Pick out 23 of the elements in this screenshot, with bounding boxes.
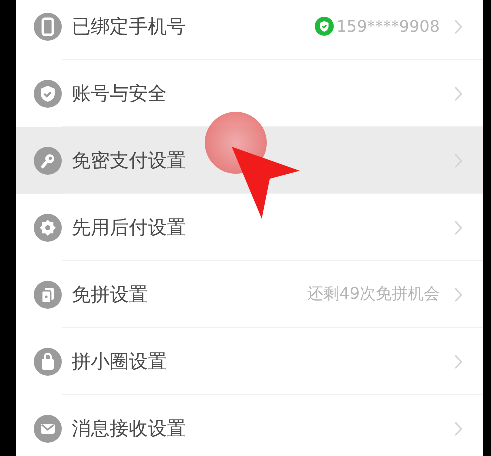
setting-value: 还剩49次免拼机会 <box>308 284 440 305</box>
setting-label: 免拼设置 <box>72 282 149 308</box>
chevron-icon <box>454 86 463 102</box>
chevron-icon <box>454 18 463 34</box>
shield-icon <box>34 80 62 108</box>
setting-label: 消息接收设置 <box>72 416 187 442</box>
setting-label: 账号与安全 <box>72 82 168 106</box>
setting-label: 先用后付设置 <box>72 216 187 240</box>
setting-label: 免密支付设置 <box>72 148 187 174</box>
pointer-arrow <box>232 147 300 219</box>
phone-icon <box>34 12 62 40</box>
setting-label: 已绑定手机号 <box>72 14 187 40</box>
badge-icon <box>34 214 62 242</box>
chevron-icon <box>454 420 463 436</box>
chevron-icon <box>454 286 463 302</box>
cards-icon <box>34 280 62 308</box>
chevron-icon <box>454 354 463 370</box>
key-icon <box>34 146 62 174</box>
setting-value: 159****9908 <box>336 17 440 36</box>
setting-label: 拼小圈设置 <box>72 350 168 374</box>
chevron-icon <box>454 220 463 236</box>
bag-icon <box>34 348 62 376</box>
mail-icon <box>34 414 62 442</box>
